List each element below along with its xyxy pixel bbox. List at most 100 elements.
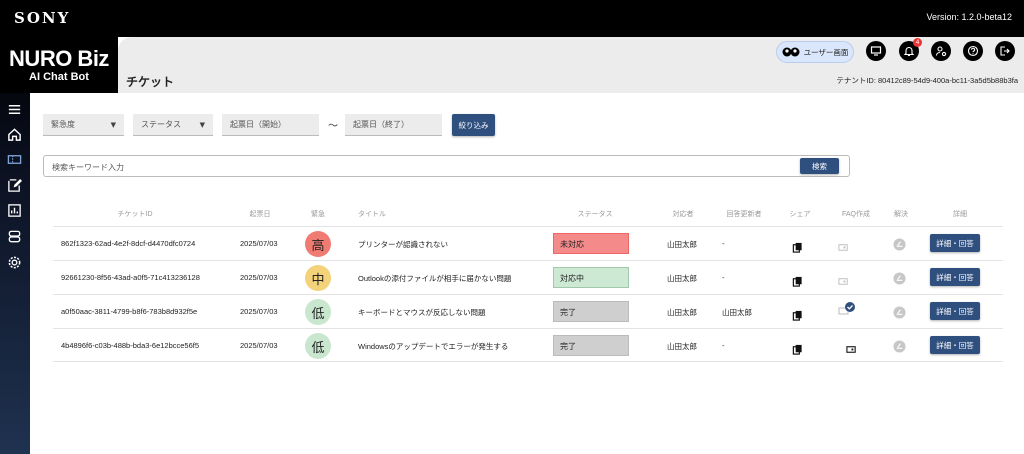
urgency-badge: 中	[305, 265, 331, 291]
header-responder: 回答更新者	[726, 211, 762, 218]
ticket-date: 2025/07/03	[240, 239, 278, 248]
ticket-title: キーボードとマウスが反応しない問題	[358, 308, 486, 317]
user-screen-button[interactable]: ユーザー画面	[776, 41, 854, 63]
menu-icon[interactable]	[6, 101, 23, 118]
resolve-icon[interactable]	[893, 236, 906, 255]
faq-created-check-icon[interactable]	[838, 301, 856, 321]
copy-icon[interactable]	[792, 272, 803, 291]
header-assignee: 対応者	[672, 211, 694, 218]
edit-icon[interactable]	[6, 177, 23, 194]
database-icon[interactable]	[6, 228, 23, 245]
header-resolve: 解決	[894, 211, 908, 218]
faq-create-icon[interactable]	[846, 340, 857, 359]
header-urgency: 緊急	[311, 211, 325, 218]
ticket-title: Windowsのアップデートでエラーが発生する	[358, 342, 509, 351]
search-input[interactable]: 検索キーワード入力	[43, 155, 850, 177]
header-ticket-id: チケットID	[117, 211, 153, 218]
resolve-icon[interactable]	[893, 304, 906, 323]
detail-button[interactable]: 詳細・回答	[930, 234, 980, 252]
status-filter-label: ステータス	[141, 120, 181, 129]
monitor-icon[interactable]	[866, 41, 886, 61]
header-status: ステータス	[577, 211, 613, 218]
ticket-id: a0f50aac-3811-4799-b8f6-783b8d932f5e	[61, 307, 198, 316]
assignee: 山田太郎	[667, 342, 697, 351]
logout-icon[interactable]	[995, 41, 1015, 61]
ticket-date: 2025/07/03	[240, 273, 278, 282]
status-badge: 完了	[553, 335, 629, 356]
ticket-id: 4b4896f6-c03b-488b-bda3-6e12bcce56f5	[61, 341, 200, 350]
date-range-separator: ～	[328, 121, 338, 132]
start-date-placeholder: 起票日（開始）	[230, 120, 286, 129]
home-icon[interactable]	[6, 126, 23, 143]
notification-badge: 4	[913, 38, 922, 47]
assignee: 山田太郎	[667, 274, 697, 283]
responder: -	[722, 341, 725, 350]
header-date: 起票日	[249, 211, 271, 218]
user-settings-icon[interactable]	[931, 41, 951, 61]
start-date-input[interactable]: 起票日（開始）	[222, 114, 319, 136]
ticket-date: 2025/07/03	[240, 341, 278, 350]
status-badge: 対応中	[553, 267, 629, 288]
help-icon[interactable]	[963, 41, 983, 61]
status-filter-select[interactable]: ステータス ▼	[133, 114, 213, 136]
ticket-title: プリンターが認識されない	[358, 240, 448, 249]
urgency-badge: 高	[305, 231, 331, 257]
version-label: Version: 1.2.0-beta12	[926, 12, 1012, 22]
ticket-id: 92661230-8f56-43ad-a0f5-71c413236128	[61, 273, 200, 282]
resolve-icon[interactable]	[893, 338, 906, 357]
user-screen-label: ユーザー画面	[803, 47, 849, 57]
faq-create-icon[interactable]	[838, 238, 849, 257]
responder: -	[722, 239, 725, 248]
table-row: a0f50aac-3811-4799-b8f6-783b8d932f5e 202…	[53, 294, 1003, 328]
search-placeholder: 検索キーワード入力	[52, 163, 124, 172]
top-bar: SONY Version: 1.2.0-beta12	[0, 0, 1024, 37]
ticket-icon[interactable]	[6, 151, 23, 168]
search-button[interactable]: 検索	[800, 158, 839, 174]
chevron-down-icon: ▼	[199, 121, 205, 129]
header-detail: 詳細	[953, 211, 967, 218]
detail-button[interactable]: 詳細・回答	[930, 302, 980, 320]
faq-create-icon[interactable]	[838, 272, 849, 291]
chevron-down-icon: ▼	[110, 121, 116, 129]
settings-gear-icon[interactable]	[6, 254, 23, 271]
ticket-id: 862f1323-62ad-4e2f-8dcf-d4470dfc0724	[61, 239, 196, 248]
urgency-badge: 低	[305, 299, 331, 325]
detail-button[interactable]: 詳細・回答	[930, 268, 980, 286]
brand-logo: NURO Biz	[9, 46, 109, 71]
ticket-date: 2025/07/03	[240, 307, 278, 316]
copy-icon[interactable]	[792, 306, 803, 325]
table-row: 4b4896f6-c03b-488b-bda3-6e12bcce56f5 202…	[53, 328, 1003, 362]
urgency-filter-label: 緊急度	[51, 120, 75, 129]
table-row: 92661230-8f56-43ad-a0f5-71c413236128 202…	[53, 260, 1003, 294]
copy-icon[interactable]	[792, 238, 803, 257]
copy-icon[interactable]	[792, 340, 803, 359]
urgency-filter-select[interactable]: 緊急度 ▼	[43, 114, 124, 136]
end-date-input[interactable]: 起票日（終了）	[345, 114, 442, 136]
filter-button[interactable]: 絞り込み	[452, 114, 495, 136]
end-date-placeholder: 起票日（終了）	[353, 120, 409, 129]
notification-bell-icon[interactable]: 4	[899, 38, 922, 61]
responder: -	[722, 273, 725, 282]
table-row: 862f1323-62ad-4e2f-8dcf-d4470dfc0724 202…	[53, 226, 1003, 260]
tenant-id: テナントID: 80412c89-54d9-400a-bc11-3a5d5b88…	[836, 76, 1018, 85]
detail-button[interactable]: 詳細・回答	[930, 336, 980, 354]
responder: 山田太郎	[722, 308, 752, 317]
ticket-title: Outlookの添付ファイルが相手に届かない問題	[358, 274, 512, 283]
header-share: シェア	[789, 211, 811, 218]
brand-block: NURO Biz AI Chat Bot	[0, 37, 118, 93]
sidebar	[0, 37, 30, 454]
users-icon	[782, 47, 800, 57]
page-title: チケット	[126, 75, 175, 89]
header-title: タイトル	[358, 211, 386, 218]
assignee: 山田太郎	[667, 308, 697, 317]
brand-subtitle: AI Chat Bot	[29, 71, 89, 83]
report-icon[interactable]	[6, 202, 23, 219]
assignee: 山田太郎	[667, 240, 697, 249]
urgency-badge: 低	[305, 333, 331, 359]
status-badge: 未対応	[553, 233, 629, 254]
sony-logo: SONY	[14, 9, 71, 27]
resolve-icon[interactable]	[893, 270, 906, 289]
page-header: チケット テナントID: 80412c89-54d9-400a-bc11-3a5…	[118, 37, 1024, 93]
header-faq: FAQ作成	[841, 211, 870, 218]
status-badge: 完了	[553, 301, 629, 322]
